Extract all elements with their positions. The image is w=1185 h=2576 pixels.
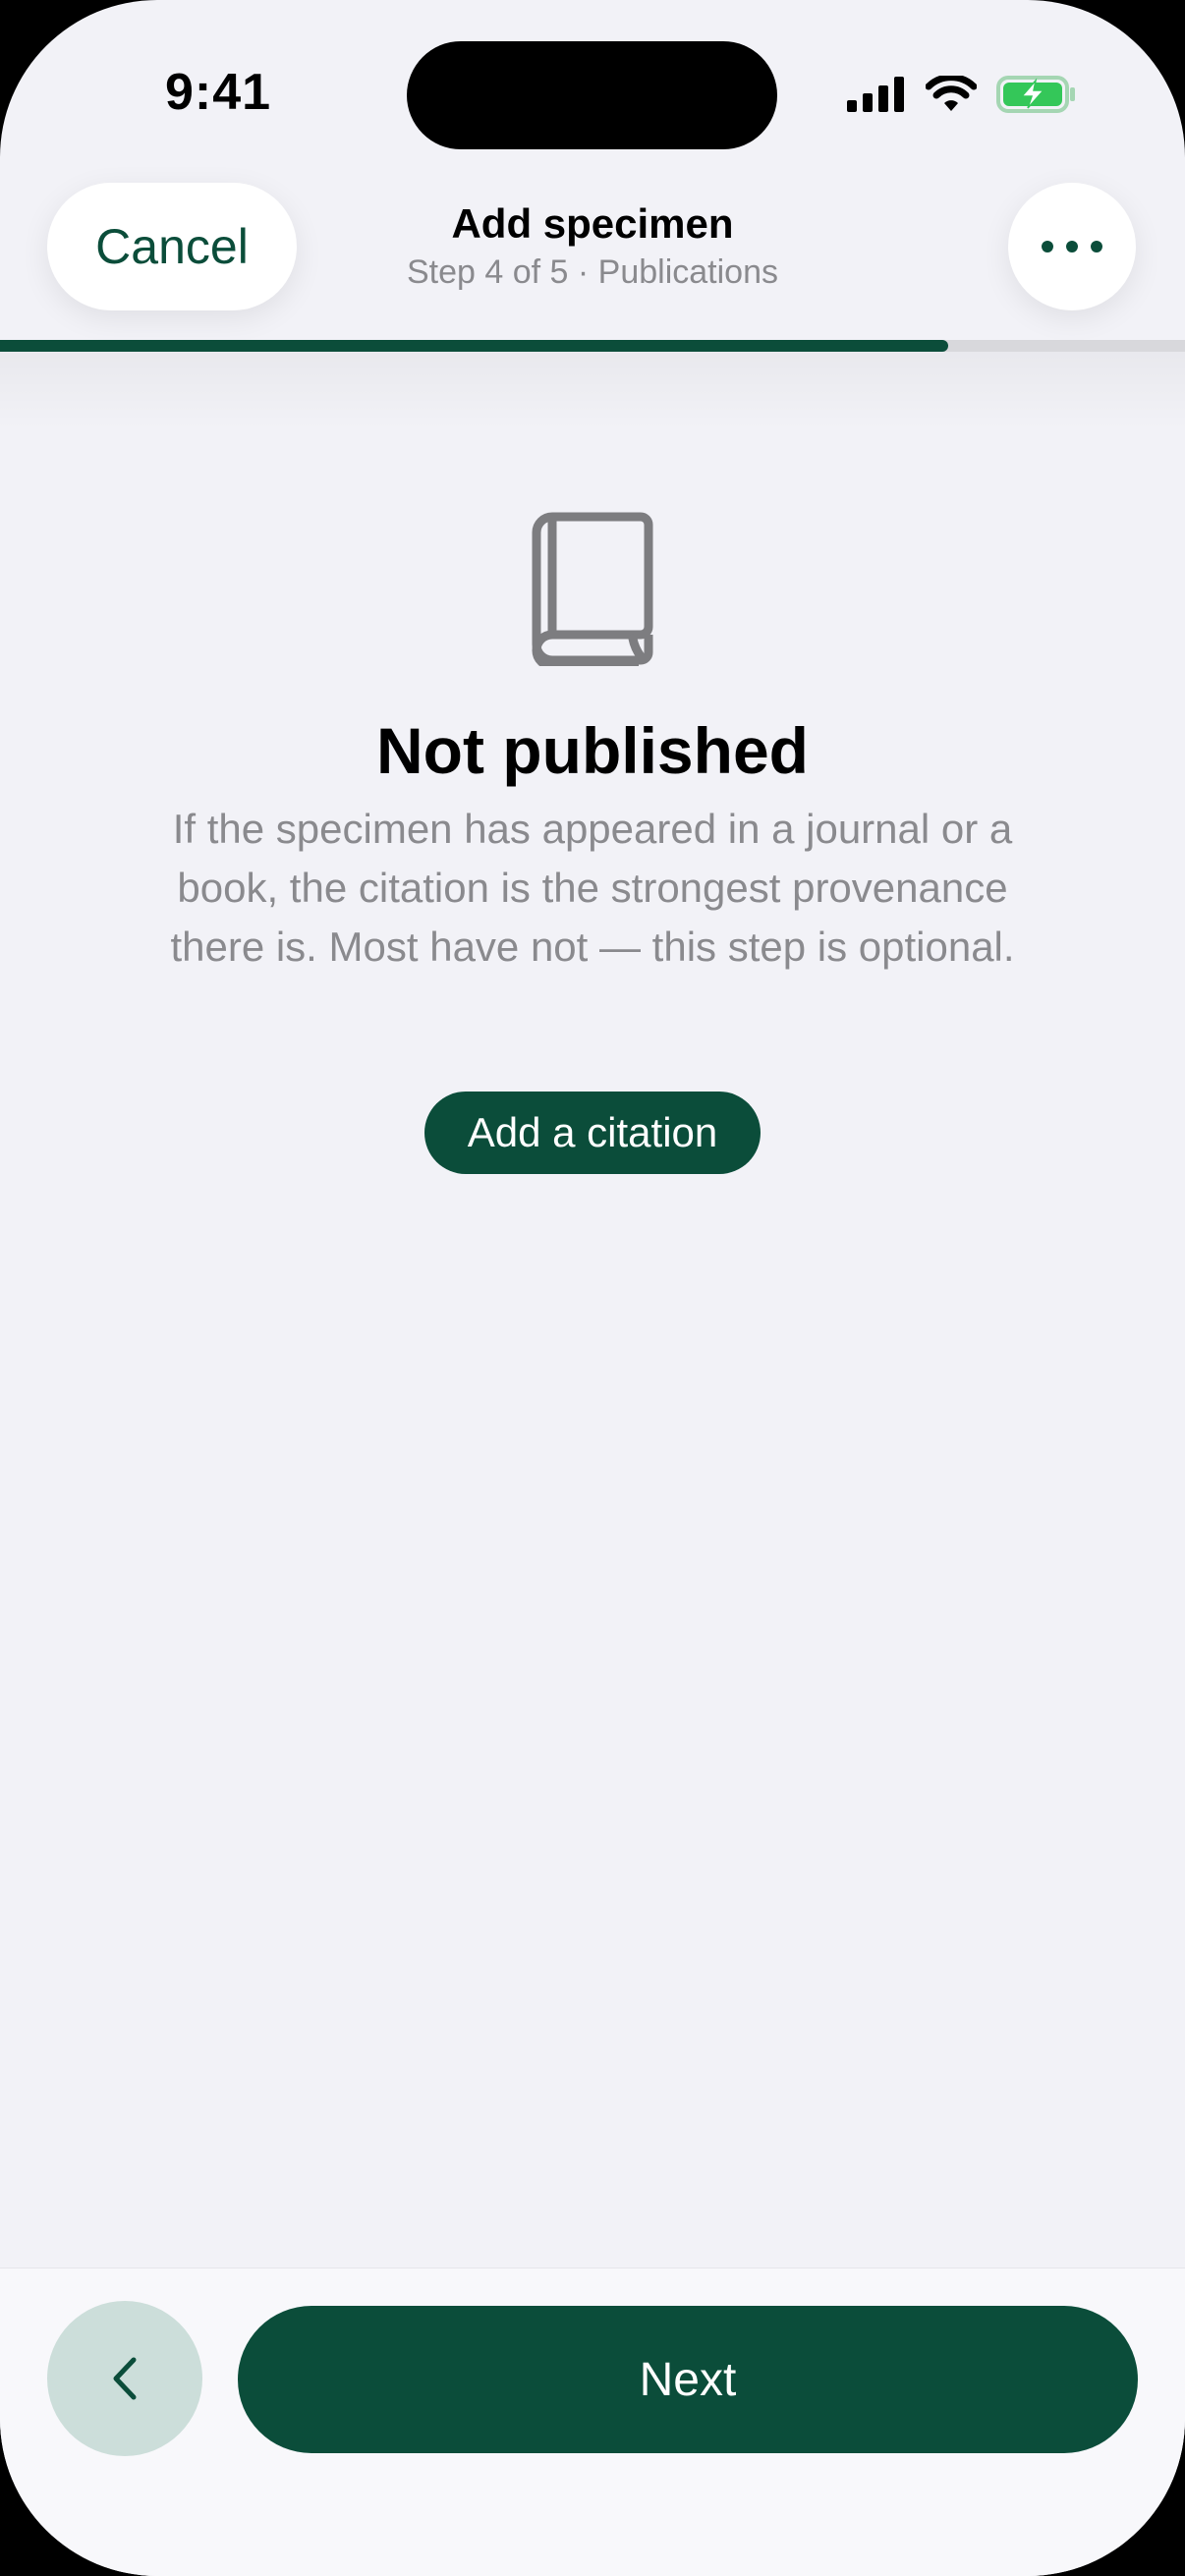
book-icon — [532, 512, 653, 666]
add-citation-button[interactable]: Add a citation — [424, 1092, 761, 1174]
step-progress-fill — [0, 340, 948, 352]
chevron-left-icon — [113, 2357, 137, 2400]
status-icons — [847, 75, 1077, 114]
empty-state-title: Not published — [376, 714, 809, 787]
page-title: Add specimen — [451, 200, 734, 247]
header-shadow — [0, 352, 1185, 430]
back-button[interactable] — [47, 2301, 202, 2456]
wifi-icon — [926, 76, 977, 111]
step-subtitle: Step 4 of 5 · Publications — [406, 253, 778, 291]
more-horizontal-icon — [1042, 241, 1102, 252]
dynamic-island — [407, 41, 777, 149]
next-button[interactable]: Next — [238, 2306, 1138, 2453]
more-options-button[interactable] — [1008, 183, 1136, 310]
empty-state-description: If the specimen has appeared in a journa… — [170, 806, 1015, 970]
cellular-signal-icon — [847, 77, 904, 112]
screen: 9:41 Cancel Add specimen Step 4 of 5 · P… — [0, 0, 1185, 2576]
step-progress-bar — [0, 340, 1185, 352]
battery-charging-icon — [996, 76, 1075, 113]
status-time: 9:41 — [165, 64, 272, 121]
